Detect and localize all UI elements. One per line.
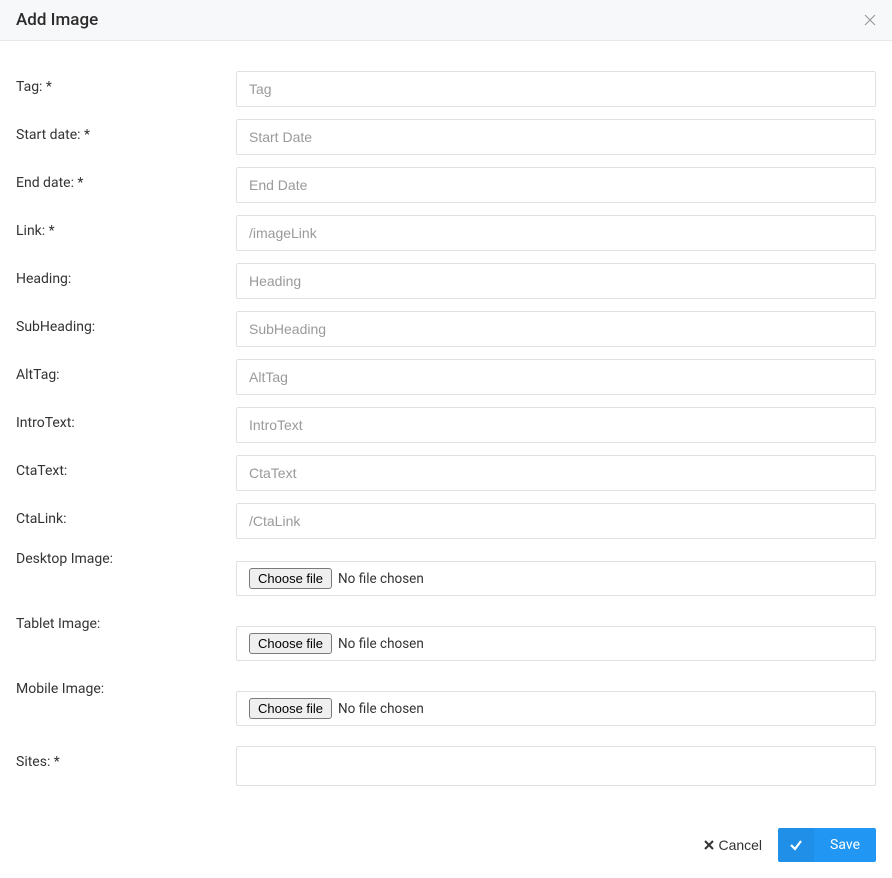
field-link: Link: * [16, 215, 876, 251]
label-tablet-image: Tablet Image: [16, 616, 236, 632]
file-status-desktop: No file chosen [338, 571, 424, 587]
label-mobile-image: Mobile Image: [16, 681, 236, 697]
label-end-date: End date: * [16, 167, 236, 191]
input-introtext[interactable] [236, 407, 876, 443]
field-ctatext: CtaText: [16, 455, 876, 491]
choose-file-button-tablet[interactable]: Choose file [249, 633, 332, 654]
label-desktop-image: Desktop Image: [16, 551, 236, 567]
input-end-date[interactable] [236, 167, 876, 203]
field-tablet-image: Tablet Image: Choose file No file chosen [16, 616, 876, 661]
input-sites[interactable] [236, 746, 876, 786]
choose-file-button-desktop[interactable]: Choose file [249, 568, 332, 589]
input-alttag[interactable] [236, 359, 876, 395]
modal-footer: Cancel Save [0, 818, 892, 878]
modal-body: Tag: * Start date: * End date: * Link: *… [0, 41, 892, 818]
input-heading[interactable] [236, 263, 876, 299]
label-start-date: Start date: * [16, 119, 236, 143]
field-alttag: AltTag: [16, 359, 876, 395]
field-tag: Tag: * [16, 71, 876, 107]
field-end-date: End date: * [16, 167, 876, 203]
label-ctalink: CtaLink: [16, 503, 236, 527]
field-introtext: IntroText: [16, 407, 876, 443]
label-heading: Heading: [16, 263, 236, 287]
field-mobile-image: Mobile Image: Choose file No file chosen [16, 681, 876, 726]
label-ctatext: CtaText: [16, 455, 236, 479]
input-link[interactable] [236, 215, 876, 251]
input-start-date[interactable] [236, 119, 876, 155]
file-picker-desktop[interactable]: Choose file No file chosen [236, 561, 876, 596]
field-ctalink: CtaLink: [16, 503, 876, 539]
choose-file-button-mobile[interactable]: Choose file [249, 698, 332, 719]
label-sites: Sites: * [16, 746, 236, 770]
file-status-mobile: No file chosen [338, 701, 424, 717]
label-alttag: AltTag: [16, 359, 236, 383]
input-tag[interactable] [236, 71, 876, 107]
label-link: Link: * [16, 215, 236, 239]
file-picker-mobile[interactable]: Choose file No file chosen [236, 691, 876, 726]
input-ctatext[interactable] [236, 455, 876, 491]
x-icon [704, 840, 714, 850]
field-subheading: SubHeading: [16, 311, 876, 347]
field-start-date: Start date: * [16, 119, 876, 155]
field-sites: Sites: * [16, 746, 876, 786]
field-desktop-image: Desktop Image: Choose file No file chose… [16, 551, 876, 596]
close-icon[interactable] [864, 14, 876, 26]
modal-header: Add Image [0, 0, 892, 41]
modal-title: Add Image [16, 10, 98, 30]
field-heading: Heading: [16, 263, 876, 299]
label-introtext: IntroText: [16, 407, 236, 431]
input-ctalink[interactable] [236, 503, 876, 539]
file-picker-tablet[interactable]: Choose file No file chosen [236, 626, 876, 661]
cancel-button[interactable]: Cancel [700, 829, 766, 861]
label-tag: Tag: * [16, 71, 236, 95]
cancel-button-label: Cancel [718, 837, 762, 853]
input-subheading[interactable] [236, 311, 876, 347]
file-status-tablet: No file chosen [338, 636, 424, 652]
label-subheading: SubHeading: [16, 311, 236, 335]
